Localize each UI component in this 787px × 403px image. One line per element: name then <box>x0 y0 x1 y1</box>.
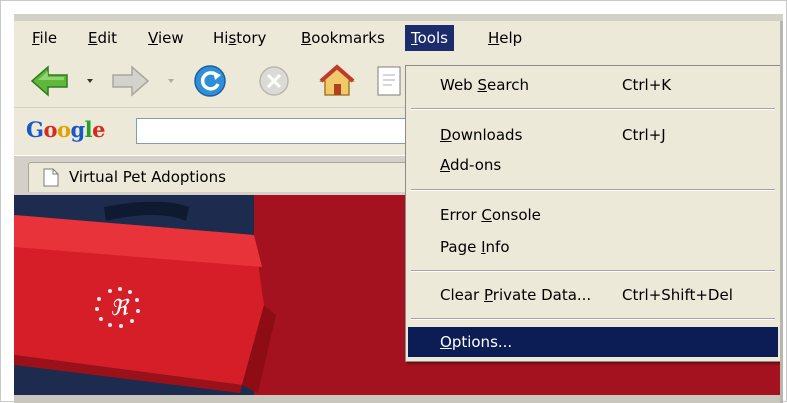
menu-item-label: Page Info <box>440 232 510 262</box>
back-history-dropdown-icon[interactable] <box>87 79 93 83</box>
menu-item-error-console[interactable]: Error Console <box>408 200 778 230</box>
menu-view[interactable]: View <box>142 25 190 51</box>
svg-text:ℜ: ℜ <box>110 296 130 321</box>
tools-dropdown-menu: Web Search Ctrl+K Downloads Ctrl+J Add-o… <box>405 65 781 362</box>
stop-icon[interactable] <box>256 64 292 102</box>
menu-item-label: Error Console <box>440 200 541 230</box>
label-post: earch <box>487 76 530 94</box>
menu-item-clear-private-data[interactable]: Clear Private Data... Ctrl+Shift+Del <box>408 280 778 310</box>
menu-separator <box>411 108 775 110</box>
google-logo: Google <box>26 117 106 142</box>
red-case-illustration: ℜ <box>14 201 276 393</box>
label-accel: A <box>440 156 450 174</box>
menu-item-label: Downloads <box>440 120 522 150</box>
forward-history-dropdown-icon[interactable] <box>168 79 174 83</box>
menu-file-label: ile <box>39 29 58 47</box>
label-pre: Web <box>440 76 478 94</box>
menu-item-shortcut: Ctrl+J <box>622 126 666 144</box>
label-post: dd-ons <box>450 156 502 174</box>
page-icon <box>43 168 59 191</box>
menu-history[interactable]: History <box>207 25 272 51</box>
menu-history-label: tory <box>236 29 267 47</box>
forward-arrow-icon[interactable] <box>110 64 150 102</box>
page-icon <box>374 64 404 102</box>
menu-tools[interactable]: Tools <box>405 25 454 51</box>
label-post: nfo <box>485 238 510 256</box>
label-post: ownloads <box>451 126 523 144</box>
tab-title: Virtual Pet Adoptions <box>69 168 226 186</box>
label-post: onsole <box>491 206 541 224</box>
menu-item-add-ons[interactable]: Add-ons <box>408 150 778 180</box>
menu-item-label: Options... <box>440 327 512 357</box>
label-accel: P <box>484 286 493 304</box>
menu-item-label: Web Search <box>440 70 529 100</box>
browser-window: File Edit View History Bookmarks Tools H… <box>14 14 783 403</box>
menu-bar: File Edit View History Bookmarks Tools H… <box>14 21 783 55</box>
menu-separator <box>411 270 775 272</box>
menu-separator <box>411 318 775 320</box>
menu-tools-accel: T <box>411 29 418 47</box>
menu-view-accel: V <box>148 29 158 47</box>
menu-bookmarks-label: ookmarks <box>311 29 385 47</box>
label-accel: C <box>481 206 492 224</box>
label-accel: D <box>440 126 452 144</box>
label-pre: Page <box>440 238 482 256</box>
menu-item-page-info[interactable]: Page Info <box>408 232 778 262</box>
menu-bookmarks[interactable]: Bookmarks <box>295 25 391 51</box>
reload-icon[interactable] <box>191 64 229 102</box>
menu-item-label: Clear Private Data... <box>440 280 591 310</box>
menu-help-accel: H <box>488 29 500 47</box>
menu-edit-label: dit <box>97 29 118 47</box>
menu-item-shortcut: Ctrl+K <box>622 76 672 94</box>
menu-file-accel: F <box>32 29 40 47</box>
menu-history-pre: Hi <box>213 29 229 47</box>
back-arrow-icon[interactable] <box>30 64 70 102</box>
menu-item-shortcut: Ctrl+Shift+Del <box>622 286 733 304</box>
menu-item-downloads[interactable]: Downloads Ctrl+J <box>408 120 778 150</box>
label-accel: O <box>440 333 452 351</box>
menu-help-label: elp <box>499 29 523 47</box>
menu-bookmarks-accel: B <box>301 29 312 47</box>
label-pre: Clear <box>440 286 484 304</box>
menu-view-label: iew <box>157 29 184 47</box>
menu-separator <box>411 189 775 191</box>
menu-item-web-search[interactable]: Web Search Ctrl+K <box>408 70 778 100</box>
label-post: ptions... <box>451 333 513 351</box>
menu-file[interactable]: File <box>26 25 63 51</box>
home-icon[interactable] <box>318 64 356 102</box>
menu-item-options[interactable]: Options... <box>408 327 778 357</box>
menu-item-label: Add-ons <box>440 150 501 180</box>
menu-help[interactable]: Help <box>482 25 528 51</box>
label-accel: S <box>477 76 488 94</box>
label-post: rivate Data... <box>492 286 592 304</box>
label-pre: Error <box>440 206 482 224</box>
menu-edit[interactable]: Edit <box>82 25 123 51</box>
tab-virtual-pet-adoptions[interactable]: Virtual Pet Adoptions <box>28 162 408 192</box>
menu-tools-label: ools <box>417 29 448 47</box>
